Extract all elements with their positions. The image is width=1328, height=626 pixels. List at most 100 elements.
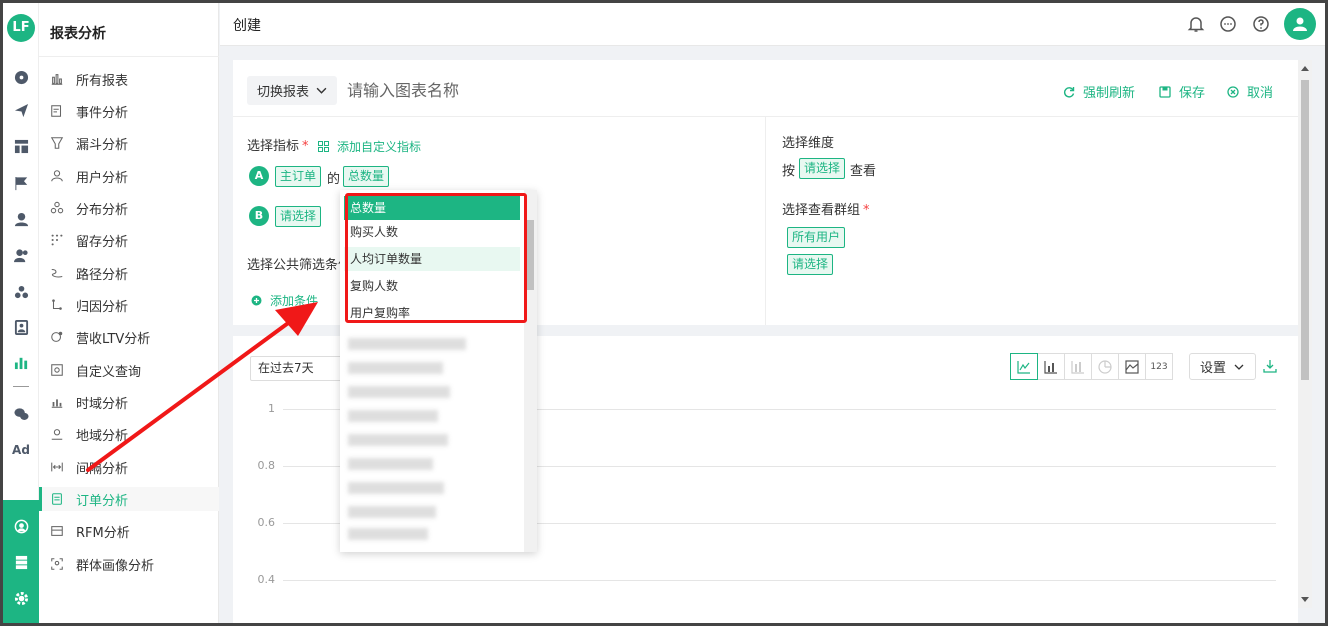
chevron-down-icon — [316, 87, 327, 94]
scroll-up-arrow[interactable] — [1301, 66, 1309, 71]
database-icon[interactable] — [11, 552, 31, 572]
gear-icon[interactable] — [11, 588, 31, 608]
metric-b-subject[interactable]: 请选择 — [275, 206, 322, 227]
attribution-icon — [52, 299, 62, 310]
add-circle-icon — [251, 295, 262, 306]
metric-a-subject[interactable]: 主订单 — [275, 166, 322, 187]
wechat-icon[interactable] — [11, 404, 31, 424]
bell-icon[interactable] — [1187, 15, 1205, 33]
sidebar-item[interactable]: RFM分析 — [39, 519, 219, 543]
area-chart-icon — [1125, 359, 1139, 374]
report-sidebar: 报表分析 所有报表 事件分析 漏斗分析 用户分析 分布分析 留存分析 路径分析 归因分析 营收L… — [39, 3, 219, 623]
sidebar-item-label: 订单分析 — [76, 493, 129, 509]
portrait-icon[interactable] — [11, 317, 31, 337]
sidebar-item[interactable]: 间隔分析 — [39, 455, 219, 479]
dropdown-scroll-thumb[interactable] — [527, 220, 534, 290]
bar-chart-icon — [51, 74, 63, 85]
sidebar-item[interactable]: 漏斗分析 — [39, 131, 219, 155]
area-chart-button[interactable] — [1118, 353, 1146, 380]
sidebar-item-label: 所有报表 — [76, 73, 129, 89]
team-icon[interactable] — [11, 516, 31, 536]
settings-button[interactable]: 设置 — [1189, 353, 1256, 380]
app-logo[interactable]: LF — [7, 14, 35, 42]
line-chart-button[interactable] — [1010, 353, 1038, 380]
pie-chart-button[interactable] — [1091, 353, 1119, 380]
dimension-select[interactable]: 请选择 — [799, 158, 846, 179]
sidebar-item-label: 营收LTV分析 — [76, 331, 151, 347]
flag-icon[interactable] — [11, 173, 31, 193]
distribution-icon — [50, 201, 64, 214]
add-custom-metric-link[interactable]: 添加自定义指标 — [318, 138, 421, 155]
dropdown-scrollbar[interactable] — [524, 190, 537, 552]
group-all-users-tag[interactable]: 所有用户 — [787, 227, 846, 248]
save-icon — [1159, 85, 1171, 98]
sidebar-item[interactable]: 群体画像分析 — [39, 552, 219, 576]
metric-a-connector: 的 — [327, 172, 341, 187]
chart-name-input[interactable] — [347, 76, 647, 105]
bar-chart-button[interactable] — [1037, 353, 1065, 380]
scroll-down-arrow[interactable] — [1301, 597, 1309, 602]
group-select-tag[interactable]: 请选择 — [787, 254, 834, 275]
sidebar-item[interactable]: 所有报表 — [39, 67, 219, 91]
sidebar-item[interactable]: 订单分析 — [39, 487, 219, 511]
sidebar-item[interactable]: 自定义查询 — [39, 358, 219, 382]
sidebar-item-label: 事件分析 — [76, 105, 129, 121]
download-icon[interactable] — [1263, 359, 1277, 373]
sidebar-item[interactable]: 归因分析 — [39, 293, 219, 317]
main-scroll-thumb[interactable] — [1301, 80, 1309, 380]
sidebar-item-label: 群体画像分析 — [76, 558, 155, 574]
ad-label[interactable]: Ad — [3, 443, 39, 457]
message-icon[interactable] — [1219, 15, 1237, 33]
cancel-button[interactable]: 取消 — [1227, 82, 1273, 101]
dropdown-option[interactable]: 人均订单数量 — [344, 247, 520, 271]
group-label: 选择查看群组 * — [782, 203, 870, 218]
metric-b-badge: B — [249, 206, 269, 226]
pie-chart-icon — [1098, 359, 1112, 374]
sidebar-item-label: 留存分析 — [76, 234, 129, 250]
dropdown-option[interactable]: 复购人数 — [344, 274, 520, 298]
users-icon[interactable] — [11, 245, 31, 265]
dropdown-option[interactable]: 总数量 — [344, 196, 520, 220]
sidebar-item[interactable]: 路径分析 — [39, 261, 219, 285]
send-icon[interactable] — [11, 100, 31, 120]
sidebar-item-label: 自定义查询 — [76, 364, 142, 380]
sidebar-item-label: 时域分析 — [76, 396, 129, 412]
user-icon[interactable] — [11, 209, 31, 229]
help-icon[interactable] — [1252, 15, 1270, 33]
force-refresh-button[interactable]: 强制刷新 — [1063, 82, 1135, 101]
sidebar-title-divider — [39, 56, 219, 57]
date-range-select[interactable]: 在过去7天 — [250, 356, 350, 381]
bar-chart-icon[interactable] — [11, 352, 31, 372]
sidebar-item[interactable]: 用户分析 — [39, 164, 219, 188]
chart-type-switcher: 123 — [1010, 353, 1173, 380]
interval-icon — [51, 462, 63, 472]
stacked-bar-button[interactable] — [1064, 353, 1092, 380]
sidebar-item[interactable]: 营收LTV分析 — [39, 325, 219, 349]
sidebar-item[interactable]: 地域分析 — [39, 422, 219, 446]
dropdown-option[interactable]: 用户复购率 — [344, 301, 520, 325]
layout-icon[interactable] — [11, 136, 31, 156]
line-chart-icon — [1017, 360, 1030, 374]
sidebar-item[interactable]: 事件分析 — [39, 99, 219, 123]
add-condition-link[interactable]: 添加条件 — [251, 292, 318, 309]
main-scrollbar[interactable] — [1298, 60, 1312, 608]
avatar[interactable] — [1284, 8, 1316, 40]
rail-bottom-group — [3, 500, 39, 623]
sidebar-item[interactable]: 时域分析 — [39, 390, 219, 414]
save-button[interactable]: 保存 — [1159, 82, 1205, 101]
number-view-button[interactable]: 123 — [1145, 353, 1173, 380]
dropdown-option[interactable]: 购买人数 — [344, 220, 520, 244]
sidebar-item[interactable]: 留存分析 — [39, 228, 219, 252]
sidebar-item-label: 地域分析 — [76, 428, 129, 444]
order-icon — [52, 493, 62, 505]
stacked-bar-icon — [1071, 360, 1084, 374]
sidebar-item[interactable]: 分布分析 — [39, 196, 219, 220]
filters-label: 选择公共筛选条件 — [247, 258, 352, 273]
metric-a-value[interactable]: 总数量 — [343, 166, 390, 187]
grid-icon — [318, 141, 329, 152]
dashboard-icon[interactable] — [11, 67, 31, 87]
cluster-icon[interactable] — [11, 282, 31, 302]
switch-report-button[interactable]: 切换报表 — [247, 76, 337, 105]
sidebar-item-label: 分布分析 — [76, 202, 129, 218]
time-chart-icon — [51, 399, 63, 408]
